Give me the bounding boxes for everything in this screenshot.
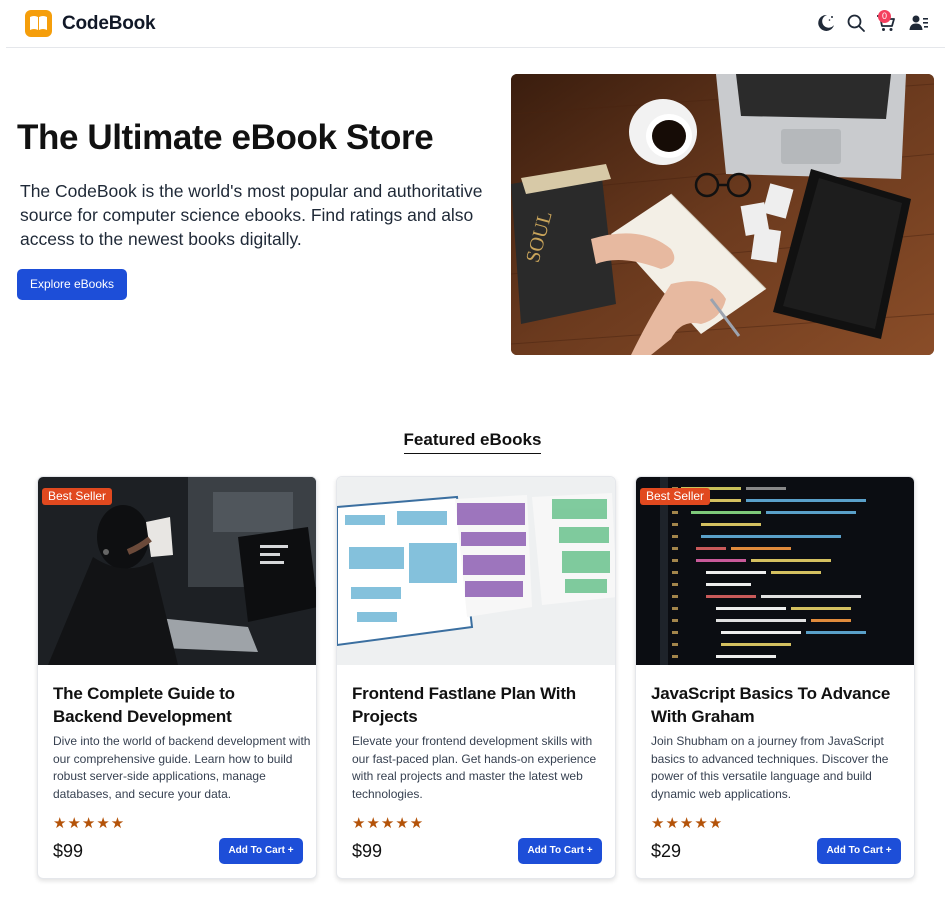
explore-ebooks-button[interactable]: Explore eBooks <box>17 269 127 300</box>
brand-name[interactable]: CodeBook <box>62 13 156 35</box>
hero-description: The CodeBook is the world's most popular… <box>20 181 483 249</box>
dark-mode-icon[interactable] <box>816 13 836 33</box>
featured-heading-text: Featured eBooks <box>403 430 542 454</box>
product-image[interactable]: Best Seller <box>636 477 914 665</box>
product-image[interactable]: Best Seller <box>38 477 316 665</box>
product-card[interactable]: Best Seller JavaScript Basics To Advance… <box>635 476 915 879</box>
cart-count-badge: 0 <box>878 10 891 23</box>
best-seller-badge: Best Seller <box>42 488 113 505</box>
product-card[interactable]: Frontend Fastlane Plan With Projects Ele… <box>336 476 616 879</box>
best-seller-badge: Best Seller <box>640 488 711 505</box>
search-icon[interactable] <box>846 13 866 33</box>
product-description: Elevate your frontend development skills… <box>352 734 597 801</box>
product-description: Dive into the world of backend developme… <box>53 734 311 801</box>
product-price: $99 <box>352 841 383 861</box>
product-title[interactable]: The Complete Guide to Backend Developmen… <box>53 682 308 728</box>
rating-stars: ★★★★★ <box>53 815 126 832</box>
rating-stars: ★★★★★ <box>651 815 724 832</box>
product-price: $29 <box>651 841 682 861</box>
rating-stars: ★★★★★ <box>352 815 425 832</box>
site-header: CodeBook <box>6 0 945 48</box>
add-to-cart-button[interactable]: Add To Cart + <box>518 838 602 864</box>
product-card[interactable]: Best Seller The Complete Guide to Backen… <box>37 476 317 879</box>
product-price: $99 <box>53 841 84 861</box>
user-icon[interactable] <box>909 13 929 33</box>
featured-heading: Featured eBooks <box>0 430 945 454</box>
product-title[interactable]: Frontend Fastlane Plan With Projects <box>352 682 607 728</box>
product-title[interactable]: JavaScript Basics To Advance With Graham <box>651 682 906 728</box>
add-to-cart-button[interactable]: Add To Cart + <box>817 838 901 864</box>
logo-icon[interactable] <box>25 10 52 37</box>
product-description: Join Shubham on a journey from JavaScrip… <box>651 734 889 801</box>
add-to-cart-button[interactable]: Add To Cart + <box>219 838 303 864</box>
hero-title: The Ultimate eBook Store <box>17 118 434 157</box>
product-image[interactable] <box>337 477 615 665</box>
hero-image: SOUL <box>511 74 934 355</box>
